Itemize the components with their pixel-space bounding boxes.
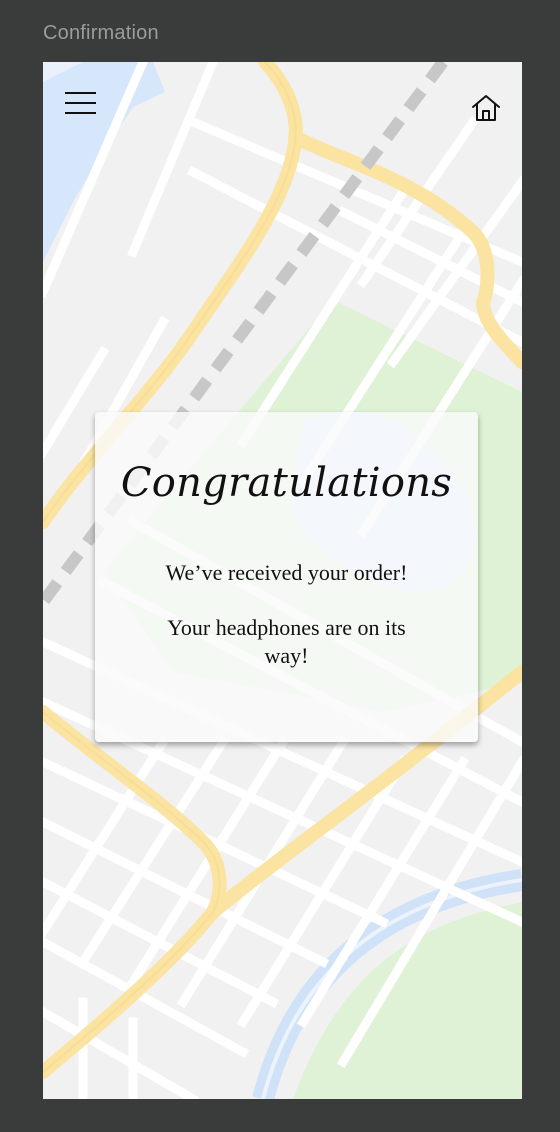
phone-screen: Congratulations We’ve received your orde…: [43, 62, 522, 1099]
order-received-text: We’ve received your order!: [165, 560, 408, 585]
confirmation-card: Congratulations We’ve received your orde…: [95, 412, 478, 742]
congratulations-heading: Congratulations: [120, 460, 453, 506]
frame-title: Confirmation: [43, 22, 159, 44]
hamburger-menu-icon[interactable]: [65, 92, 96, 116]
home-icon[interactable]: [470, 93, 502, 123]
shipping-status-text: Your headphones are on its way!: [167, 615, 406, 668]
